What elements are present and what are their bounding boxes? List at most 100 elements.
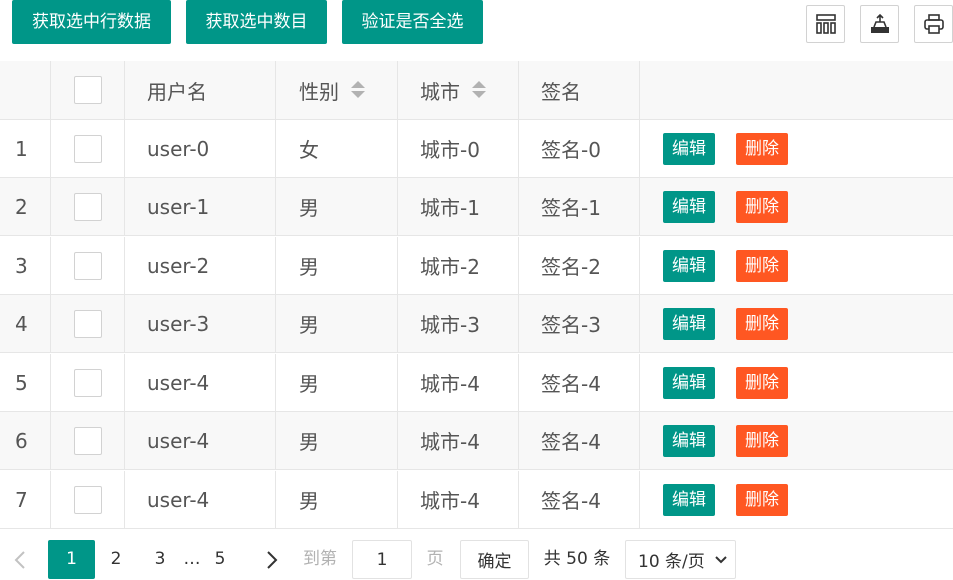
row-index: 2 xyxy=(15,194,28,219)
row-checkbox[interactable] xyxy=(73,134,102,163)
gender: 男 xyxy=(299,313,319,337)
header-sign-label: 签名 xyxy=(541,79,581,104)
city: 城市-4 xyxy=(420,372,480,396)
edit-button[interactable]: 编辑 xyxy=(663,366,715,399)
row-index: 5 xyxy=(15,370,28,395)
page-5[interactable]: 5 xyxy=(208,540,232,579)
row-index-cell: 2 xyxy=(0,178,51,235)
header-sign: 签名 xyxy=(519,61,640,119)
actions-cell: 编辑 删除 xyxy=(640,120,953,177)
username-cell: user-4 xyxy=(125,471,276,528)
edit-button[interactable]: 编辑 xyxy=(663,190,715,223)
sort-icon[interactable] xyxy=(351,81,365,99)
gender-cell: 男 xyxy=(276,237,398,294)
edit-button[interactable]: 编辑 xyxy=(663,249,715,282)
delete-button[interactable]: 删除 xyxy=(736,366,788,399)
goto-label: 到第 xyxy=(303,549,337,569)
sign: 签名-4 xyxy=(541,372,601,396)
row-index-cell: 4 xyxy=(0,295,51,352)
row-checkbox[interactable] xyxy=(73,251,102,280)
delete-button[interactable]: 删除 xyxy=(736,249,788,282)
goto-confirm-button[interactable]: 确定 xyxy=(460,540,529,579)
edit-button[interactable]: 编辑 xyxy=(663,307,715,340)
row-checkbox[interactable] xyxy=(73,426,102,455)
city: 城市-4 xyxy=(420,489,480,513)
header-checkbox-cell xyxy=(51,61,125,119)
header-username-label: 用户名 xyxy=(147,79,207,104)
row-index-cell: 6 xyxy=(0,412,51,469)
sign-cell: 签名-4 xyxy=(519,412,640,469)
delete-button[interactable]: 删除 xyxy=(736,132,788,165)
username-cell: user-4 xyxy=(125,412,276,469)
username-cell: user-4 xyxy=(125,354,276,411)
username-cell: user-1 xyxy=(125,178,276,235)
delete-button[interactable]: 删除 xyxy=(736,483,788,516)
sign-cell: 签名-4 xyxy=(519,471,640,528)
city-cell: 城市-4 xyxy=(398,471,519,528)
gender-cell: 女 xyxy=(276,120,398,177)
table-header-row: 用户名 性别 城市 签名 xyxy=(0,61,953,120)
sign: 签名-4 xyxy=(541,489,601,513)
delete-button[interactable]: 删除 xyxy=(736,190,788,223)
table-toolbar: 获取选中行数据 获取选中数目 验证是否全选 xyxy=(0,0,953,61)
delete-button[interactable]: 删除 xyxy=(736,307,788,340)
sign: 签名-0 xyxy=(541,138,601,162)
delete-button[interactable]: 删除 xyxy=(736,424,788,457)
row-index: 3 xyxy=(15,253,28,278)
goto-page-input[interactable]: 1 xyxy=(352,540,412,579)
city: 城市-0 xyxy=(420,138,480,162)
row-checkbox-cell xyxy=(51,178,125,235)
prev-page-icon[interactable] xyxy=(8,540,32,579)
select-all-checkbox[interactable] xyxy=(73,76,102,104)
gender: 男 xyxy=(299,489,319,513)
table-row: 1 user-0 女 城市-0 签名-0 编辑 删除 xyxy=(0,120,953,178)
row-checkbox-cell xyxy=(51,120,125,177)
actions-cell: 编辑 删除 xyxy=(640,295,953,352)
get-selected-count-button[interactable]: 获取选中数目 xyxy=(186,0,327,44)
edit-button[interactable]: 编辑 xyxy=(663,424,715,457)
gender-cell: 男 xyxy=(276,412,398,469)
print-icon[interactable] xyxy=(914,5,953,43)
header-gender[interactable]: 性别 xyxy=(276,61,398,119)
page-3[interactable]: 3 xyxy=(148,540,172,579)
row-checkbox[interactable] xyxy=(73,309,102,338)
page-1[interactable]: 1 xyxy=(48,540,95,579)
row-checkbox[interactable] xyxy=(73,368,102,397)
row-checkbox[interactable] xyxy=(73,192,102,221)
page-2[interactable]: 2 xyxy=(104,540,128,579)
check-all-selected-button[interactable]: 验证是否全选 xyxy=(342,0,483,44)
actions-cell: 编辑 删除 xyxy=(640,237,953,294)
header-city[interactable]: 城市 xyxy=(398,61,519,119)
username: user-1 xyxy=(147,194,210,219)
edit-button[interactable]: 编辑 xyxy=(663,483,715,516)
next-page-icon[interactable] xyxy=(260,540,284,579)
header-gender-label: 性别 xyxy=(299,79,339,104)
row-index-cell: 3 xyxy=(0,237,51,294)
header-city-label: 城市 xyxy=(420,79,460,104)
row-checkbox-cell xyxy=(51,237,125,294)
row-checkbox[interactable] xyxy=(73,485,102,514)
sign-cell: 签名-2 xyxy=(519,237,640,294)
row-index-cell: 5 xyxy=(0,354,51,411)
row-checkbox-cell xyxy=(51,471,125,528)
get-selected-rows-button[interactable]: 获取选中行数据 xyxy=(12,0,171,44)
gender: 女 xyxy=(299,138,319,162)
city-cell: 城市-2 xyxy=(398,237,519,294)
actions-cell: 编辑 删除 xyxy=(640,354,953,411)
username-cell: user-3 xyxy=(125,295,276,352)
sort-icon[interactable] xyxy=(472,81,486,99)
city: 城市-2 xyxy=(420,255,480,279)
columns-icon[interactable] xyxy=(806,5,845,43)
edit-button[interactable]: 编辑 xyxy=(663,132,715,165)
page-unit-label: 页 xyxy=(426,549,444,569)
actions-cell: 编辑 删除 xyxy=(640,178,953,235)
username-cell: user-2 xyxy=(125,237,276,294)
export-icon[interactable] xyxy=(860,5,899,43)
username: user-4 xyxy=(147,487,210,512)
city-cell: 城市-0 xyxy=(398,120,519,177)
page-size-select[interactable]: 10 条/页 xyxy=(625,540,736,579)
header-actions-cell xyxy=(640,61,953,119)
sign: 签名-4 xyxy=(541,430,601,454)
username-cell: user-0 xyxy=(125,120,276,177)
table-row: 2 user-1 男 城市-1 签名-1 编辑 删除 xyxy=(0,178,953,236)
